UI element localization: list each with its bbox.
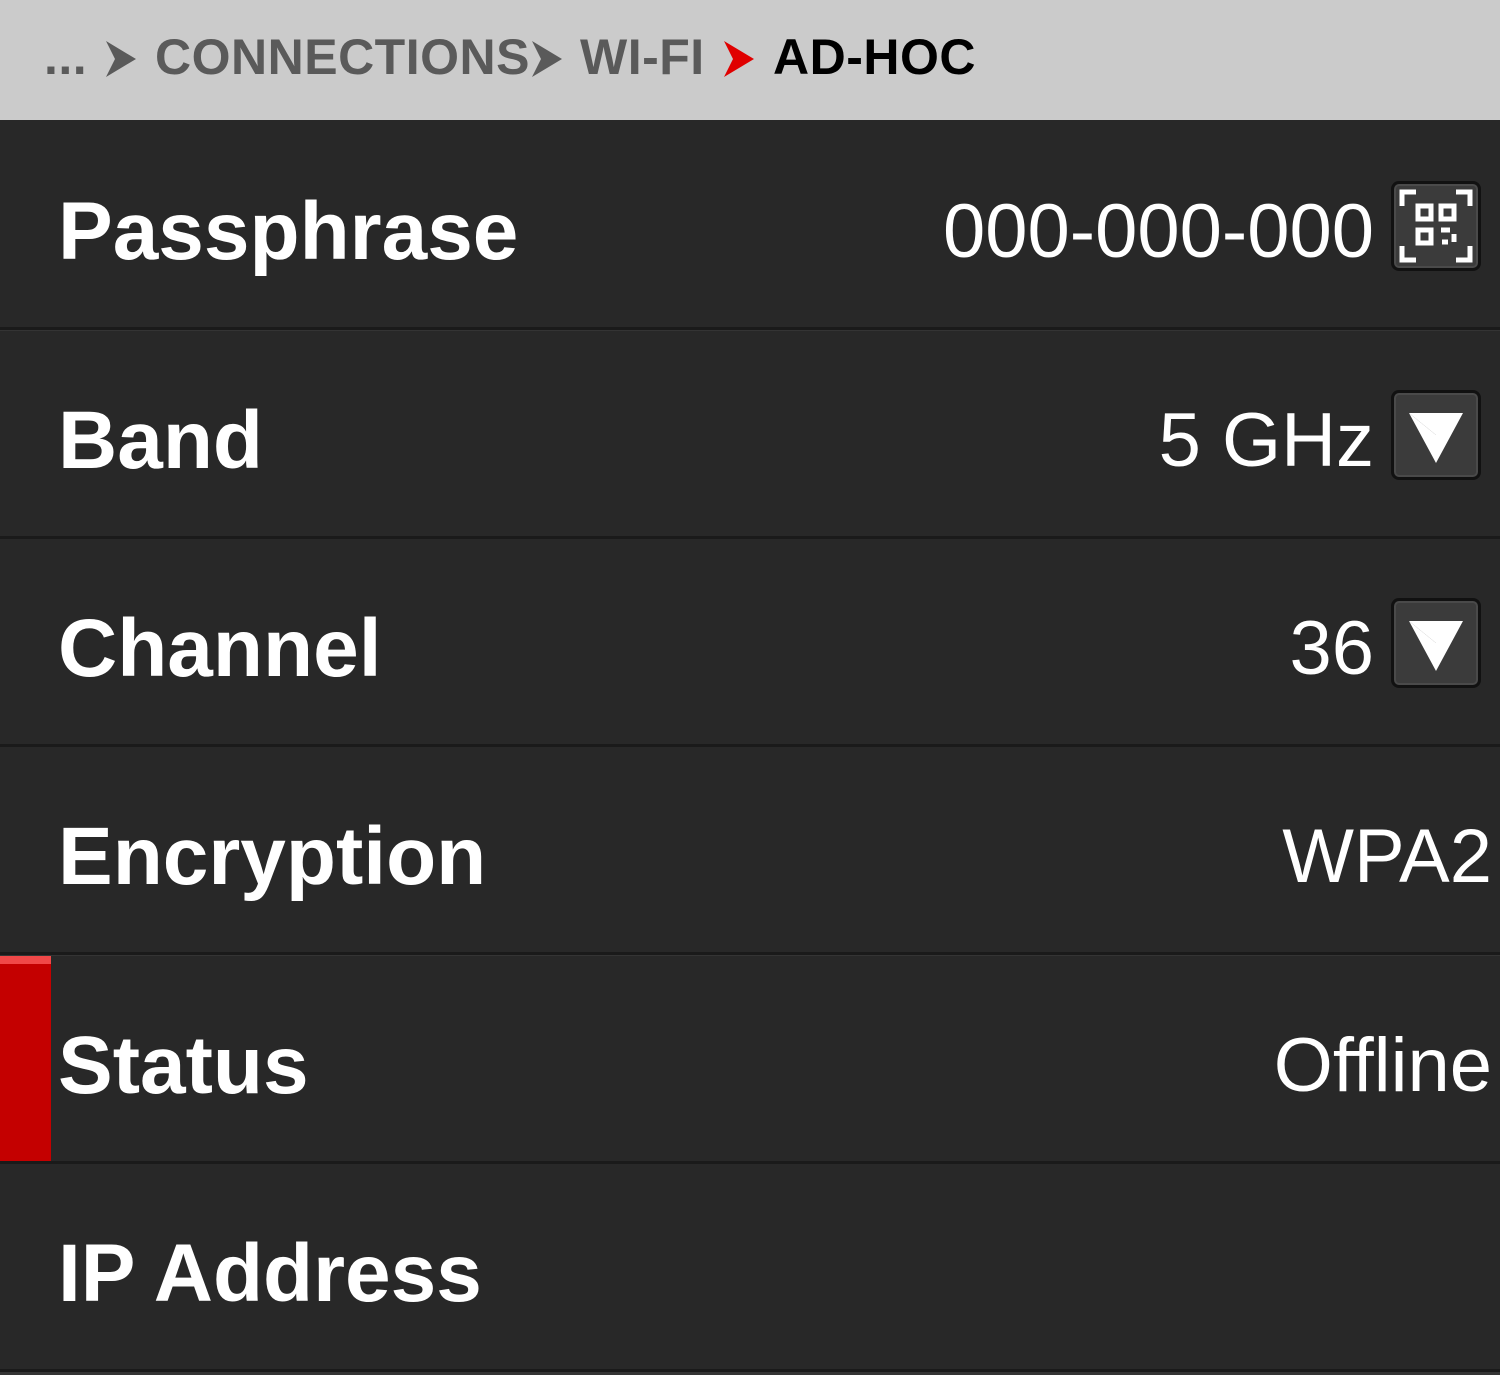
status-row: Status Offline [0,956,1500,1167]
qr-code-button[interactable] [1391,181,1481,271]
channel-row[interactable]: Channel 36 [0,539,1500,750]
passphrase-value: 000-000-000 [942,189,1374,274]
band-value: 5 GHz [1158,398,1374,483]
dropdown-arrow-icon [1409,413,1463,463]
chevron-right-icon [104,40,138,78]
encryption-value: WPA2 [1282,814,1492,899]
band-row[interactable]: Band 5 GHz [0,331,1500,542]
status-label: Status [58,1020,309,1111]
status-accent-bar [0,956,51,1161]
status-value: Offline [1273,1023,1492,1108]
breadcrumb-ellipsis[interactable]: ... [44,22,87,92]
passphrase-label: Passphrase [58,186,519,277]
breadcrumb: ... CONNECTIONS WI-FI AD-HOC [0,0,1500,120]
chevron-right-icon [530,40,564,78]
encryption-row: Encryption WPA2 [0,747,1500,958]
dropdown-arrow-icon [1409,621,1463,671]
ip-address-label: IP Address [58,1228,482,1319]
channel-label: Channel [58,603,382,694]
passphrase-row[interactable]: Passphrase 000-000-000 [0,122,1500,333]
qr-code-icon [1399,189,1473,263]
breadcrumb-connections[interactable]: CONNECTIONS [155,22,530,92]
breadcrumb-wifi[interactable]: WI-FI [580,22,705,92]
channel-dropdown-button[interactable] [1391,598,1481,688]
breadcrumb-current: AD-HOC [773,29,976,85]
band-dropdown-button[interactable] [1391,390,1481,480]
band-label: Band [58,395,263,486]
ip-address-row: IP Address [0,1164,1500,1375]
chevron-right-red-icon [722,40,756,78]
encryption-label: Encryption [58,811,487,902]
channel-value: 36 [1289,606,1374,691]
